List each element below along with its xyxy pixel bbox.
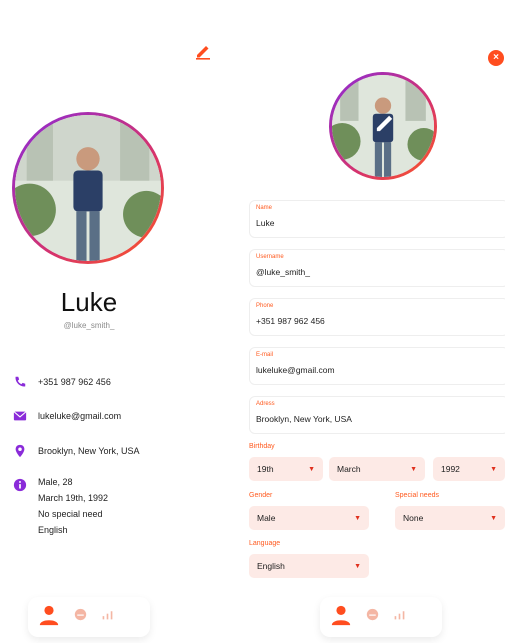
select-value: 19th	[257, 464, 274, 474]
name-field[interactable]: Name Luke	[249, 200, 505, 238]
dropdown-arrow-icon: ▼	[308, 465, 315, 473]
address-row: Brooklyn, New York, USA	[12, 443, 140, 459]
info-line: English	[38, 525, 68, 535]
gender-label: Gender	[249, 492, 273, 499]
avatar	[12, 112, 164, 264]
field-value: lukeluke@gmail.com	[256, 365, 335, 375]
close-icon[interactable]: ×	[488, 50, 504, 66]
stats-icon[interactable]	[101, 608, 114, 626]
address-text: Brooklyn, New York, USA	[38, 446, 140, 456]
birthday-month-select[interactable]: March ▼	[329, 457, 425, 481]
avatar-edit[interactable]	[329, 72, 437, 180]
bottom-nav	[28, 597, 150, 637]
phone-text: +351 987 962 456	[38, 377, 111, 387]
email-text: lukeluke@gmail.com	[38, 411, 122, 421]
select-value: Male	[257, 513, 276, 523]
emoji-icon[interactable]	[74, 608, 87, 626]
special-needs-select[interactable]: None ▼	[395, 506, 505, 530]
field-label: Phone	[256, 303, 274, 309]
language-label: Language	[249, 540, 281, 547]
birthday-year-select[interactable]: 1992 ▼	[433, 457, 505, 481]
gender-select[interactable]: Male ▼	[249, 506, 369, 530]
dropdown-arrow-icon: ▼	[490, 514, 497, 522]
bottom-nav-edit	[320, 597, 442, 637]
username-field[interactable]: Username @luke_smith_	[249, 249, 505, 287]
info-line: No special need	[38, 509, 103, 519]
user-icon[interactable]	[330, 604, 352, 631]
birthday-day-select[interactable]: 19th ▼	[249, 457, 323, 481]
field-label: Adress	[256, 401, 275, 407]
field-value: Luke	[256, 218, 275, 228]
dropdown-arrow-icon: ▼	[490, 465, 497, 473]
location-icon	[12, 443, 28, 459]
dropdown-arrow-icon: ▼	[354, 514, 361, 522]
email-field[interactable]: E-mail lukeluke@gmail.com	[249, 347, 505, 385]
field-value: Brooklyn, New York, USA	[256, 414, 352, 424]
field-label: Name	[256, 205, 273, 211]
info-line: March 19th, 1992	[38, 493, 109, 503]
info-icon	[12, 477, 28, 493]
profile-name: Luke	[60, 287, 118, 317]
select-value: None	[403, 513, 424, 523]
address-field[interactable]: Adress Brooklyn, New York, USA	[249, 396, 505, 434]
language-select[interactable]: English ▼	[249, 554, 369, 578]
phone-icon	[12, 374, 28, 390]
select-value: March	[337, 464, 361, 474]
mail-icon	[12, 408, 28, 424]
profile-handle: @luke_smith_	[63, 321, 115, 330]
select-value: English	[257, 561, 285, 571]
field-value: @luke_smith_	[256, 267, 310, 277]
birthday-label: Birthday	[249, 443, 275, 450]
field-label: Username	[256, 254, 284, 260]
emoji-icon[interactable]	[366, 608, 379, 626]
special-needs-label: Special needs	[395, 492, 439, 499]
select-value: 1992	[441, 464, 460, 474]
phone-field[interactable]: Phone +351 987 962 456	[249, 298, 505, 336]
info-line: Male, 28	[38, 477, 73, 487]
edit-profile-view: × Name Luke Username @luke_smith_ Phone	[235, 0, 505, 643]
phone-row: +351 987 962 456	[12, 374, 111, 390]
details-row: Male, 28 March 19th, 1992 No special nee…	[12, 477, 108, 536]
dropdown-arrow-icon: ▼	[354, 562, 361, 570]
user-icon[interactable]	[38, 604, 60, 631]
field-value: +351 987 962 456	[256, 316, 325, 326]
email-row: lukeluke@gmail.com	[12, 408, 121, 424]
edit-icon[interactable]	[194, 42, 212, 60]
field-label: E-mail	[256, 352, 274, 358]
dropdown-arrow-icon: ▼	[410, 465, 417, 473]
stats-icon[interactable]	[393, 608, 406, 626]
profile-view: Luke @luke_smith_ +351 987 962 456 lukel…	[0, 0, 235, 643]
